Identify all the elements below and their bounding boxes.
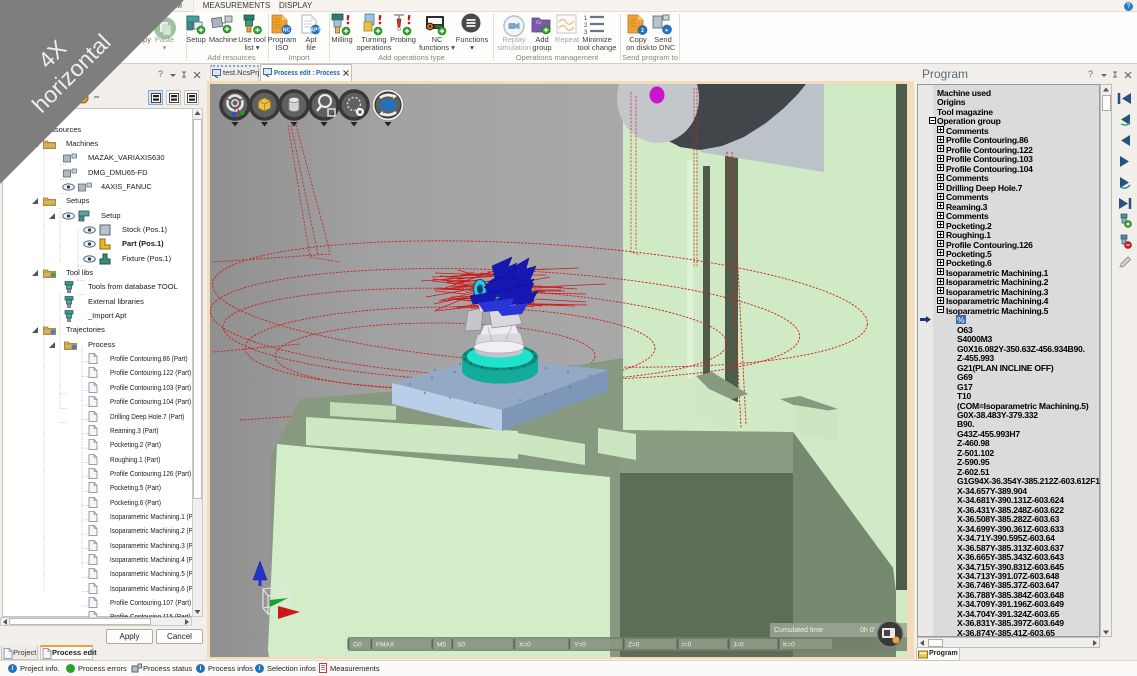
- svg-text:I=0: I=0: [682, 642, 692, 649]
- svg-text:FMAX: FMAX: [376, 642, 395, 649]
- svg-text:K=0: K=0: [783, 642, 795, 649]
- svg-text:X=0: X=0: [519, 642, 531, 649]
- svg-text:J=0: J=0: [733, 642, 744, 649]
- svg-text:Gr: Gr: [536, 20, 542, 26]
- svg-text:1: 1: [584, 16, 588, 22]
- svg-text:APT: APT: [311, 28, 321, 34]
- svg-text:2: 2: [641, 28, 644, 34]
- svg-text:G0: G0: [353, 642, 362, 649]
- svg-text:2: 2: [584, 23, 588, 29]
- svg-text:Z=0: Z=0: [628, 642, 640, 649]
- svg-text:Cumulated time: Cumulated time: [774, 627, 823, 634]
- svg-text:Y=0: Y=0: [574, 642, 586, 649]
- svg-text:▸: ▸: [665, 28, 669, 34]
- svg-text:M5: M5: [437, 642, 446, 649]
- svg-text:S0: S0: [457, 642, 465, 649]
